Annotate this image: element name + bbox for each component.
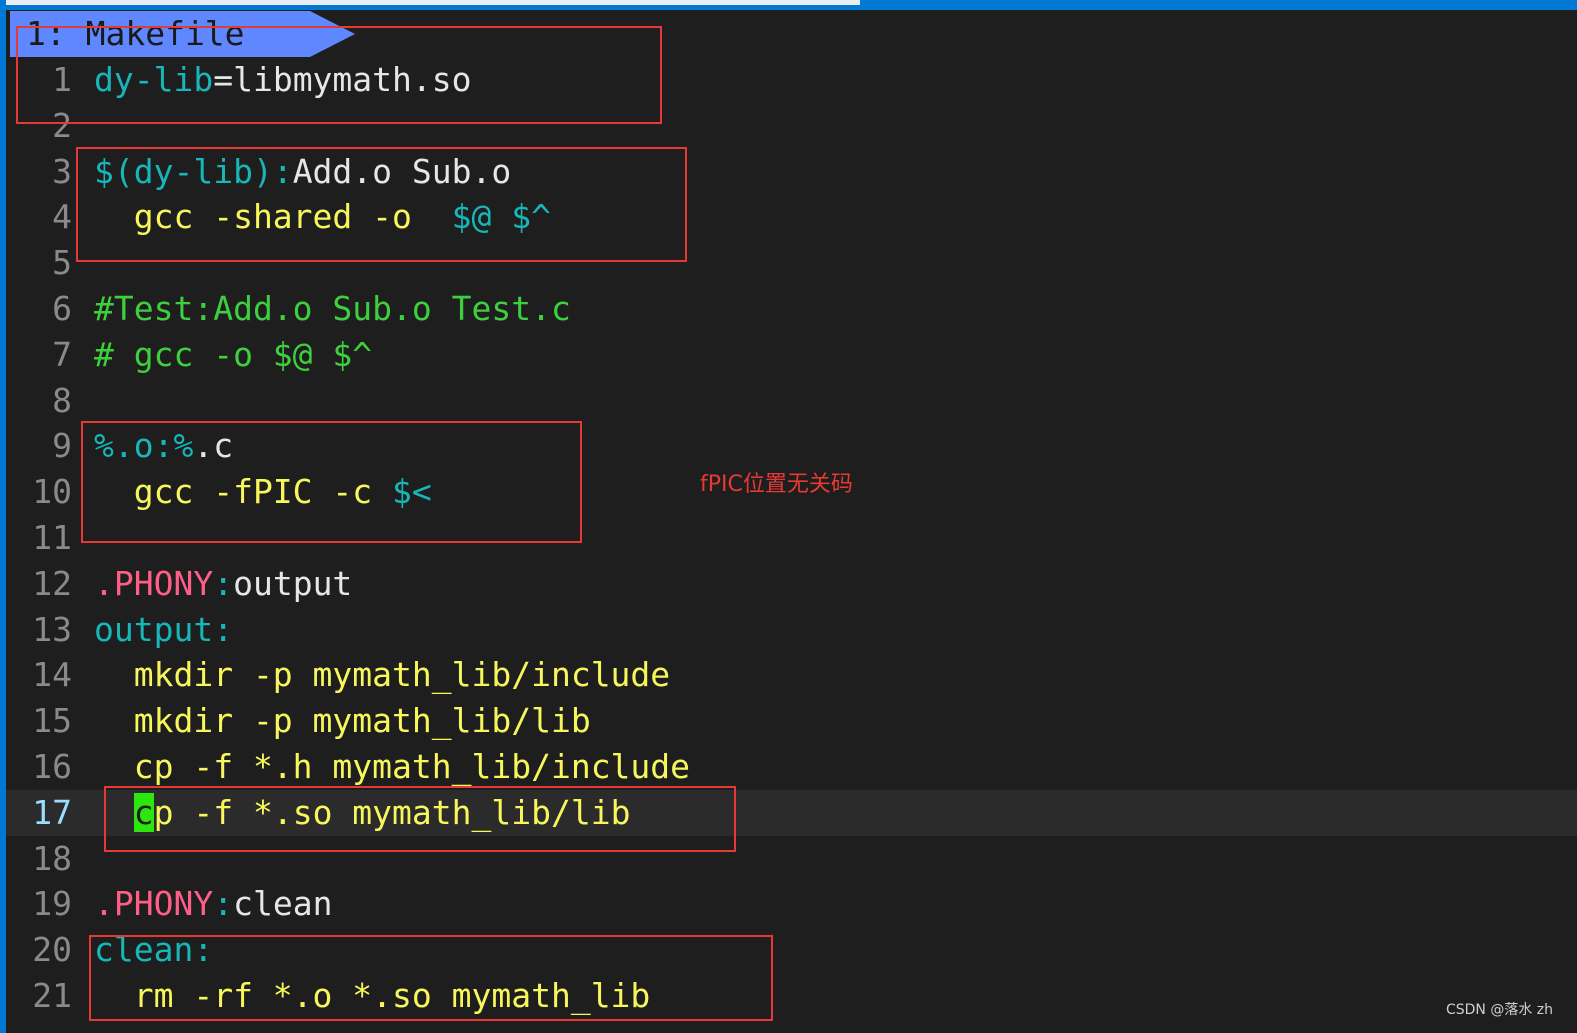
- line-number: 5: [52, 243, 72, 283]
- code-line[interactable]: 13 output:: [6, 607, 1577, 653]
- line-number: 8: [52, 380, 72, 420]
- line-code: output:: [94, 607, 233, 653]
- csdn-watermark: CSDN @落水 zh: [1445, 1002, 1553, 1018]
- code-line[interactable]: 15 mkdir -p mymath_lib/lib: [6, 698, 1577, 744]
- line-number: 15: [32, 701, 72, 741]
- annotation-box-lib-name: [16, 26, 662, 124]
- annotation-box-clean: [89, 935, 773, 1021]
- line-code: .PHONY:clean: [94, 881, 332, 927]
- code-token: mkdir -p mymath_lib/include: [94, 655, 671, 695]
- line-number: 13: [32, 609, 72, 649]
- line-code: #Test:Add.o Sub.o Test.c: [94, 286, 571, 332]
- line-number: 12: [32, 563, 72, 603]
- code-line[interactable]: 16 cp -f *.h mymath_lib/include: [6, 744, 1577, 790]
- line-code: .PHONY:output: [94, 561, 352, 607]
- line-number: 4: [52, 197, 72, 237]
- line-number: 18: [32, 838, 72, 878]
- code-token: clean: [233, 884, 333, 924]
- annotation-box-fpic-rule: [81, 421, 582, 543]
- code-token: .PHONY: [94, 563, 214, 603]
- window-top-bar-highlight: [0, 0, 860, 5]
- code-line[interactable]: 12 .PHONY:output: [6, 561, 1577, 607]
- line-number: 16: [32, 746, 72, 786]
- line-number: 14: [32, 655, 72, 695]
- code-line[interactable]: 6 #Test:Add.o Sub.o Test.c: [6, 286, 1577, 332]
- code-line[interactable]: 19 .PHONY:clean: [6, 881, 1577, 927]
- code-token: .PHONY: [94, 884, 214, 924]
- line-number: 3: [52, 151, 72, 191]
- line-code: mkdir -p mymath_lib/lib: [94, 698, 591, 744]
- code-token: # gcc -o $@ $^: [94, 334, 373, 374]
- line-number: 7: [52, 334, 72, 374]
- code-token: :: [213, 884, 234, 924]
- code-line[interactable]: 14 mkdir -p mymath_lib/include: [6, 652, 1577, 698]
- line-number: 17: [32, 792, 72, 832]
- code-line[interactable]: 8: [6, 378, 1577, 424]
- code-token: mkdir -p mymath_lib/lib: [94, 701, 591, 741]
- code-token: output:: [94, 609, 234, 649]
- line-number: 10: [32, 472, 72, 512]
- code-token: output: [233, 563, 353, 603]
- annotation-box-shared-rule: [76, 147, 687, 262]
- line-code: cp -f *.h mymath_lib/include: [94, 744, 690, 790]
- code-token: #Test:Add.o Sub.o Test.c: [94, 288, 571, 328]
- line-number: 9: [52, 426, 72, 466]
- line-number: 11: [32, 517, 72, 557]
- annotation-note: fPIC位置无关码: [700, 472, 853, 497]
- line-code: mkdir -p mymath_lib/include: [94, 652, 670, 698]
- line-number: 19: [32, 884, 72, 924]
- line-number: 20: [32, 930, 72, 970]
- code-line[interactable]: 7 # gcc -o $@ $^: [6, 332, 1577, 378]
- line-code: # gcc -o $@ $^: [94, 332, 372, 378]
- line-number: 21: [32, 975, 72, 1015]
- code-token: cp -f *.h mymath_lib/include: [94, 746, 691, 786]
- line-number: 6: [52, 288, 72, 328]
- annotation-box-copy-so: [104, 786, 736, 852]
- code-token: :: [213, 563, 234, 603]
